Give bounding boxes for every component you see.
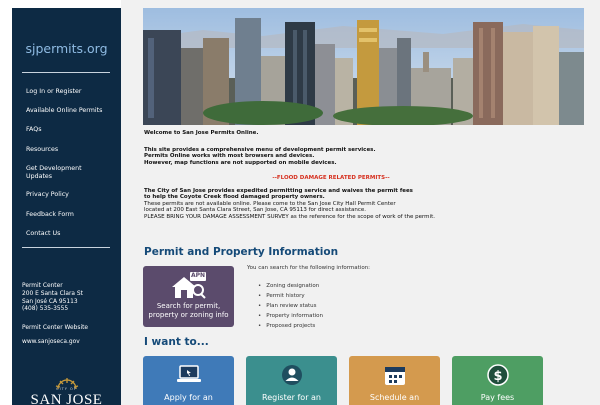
divider (22, 72, 110, 73)
divider (22, 247, 110, 248)
list-item: Zoning designation (258, 281, 323, 291)
apn-badge: APN (190, 272, 206, 279)
user-icon (281, 365, 302, 385)
pay-fees-tile-label: Pay fees (480, 393, 515, 402)
search-label-line2: property or zoning info (148, 310, 229, 319)
nav-faqs[interactable]: FAQs (26, 126, 116, 134)
permit-center-city: San José CA 95113 (22, 298, 78, 305)
intro-line: However, map functions are not supported… (144, 159, 337, 166)
register-tile-button[interactable]: Register for an (246, 356, 337, 405)
flood-paragraph: The City of San Jose provides expedited … (144, 188, 574, 220)
permit-center-title: Permit Center (22, 283, 63, 289)
nav-privacy-policy[interactable]: Privacy Policy (26, 191, 116, 199)
permit-center-phone: (408) 535-3555 (22, 306, 69, 313)
list-item: Property information (258, 311, 323, 321)
nav-feedback-form[interactable]: Feedback Form (26, 211, 116, 219)
pay-fees-tile-button[interactable]: $ Pay fees (452, 356, 543, 405)
nav-get-development-updates[interactable]: Get Development Updates (26, 165, 96, 181)
apply-tile-label: Apply for an (164, 393, 213, 402)
dollar-icon: $ (486, 364, 509, 386)
sidebar: sjpermits.org Log In or Register Availab… (12, 8, 121, 405)
main-content: Welcome to San Jose Permits Online. This… (121, 0, 600, 405)
intro-paragraph: This site provides a comprehensive menu … (144, 147, 574, 166)
permit-center-website-link[interactable]: Permit Center Website (22, 325, 117, 333)
list-item: Proposed projects (258, 321, 323, 331)
welcome-text: Welcome to San Jose Permits Online. (144, 130, 259, 136)
nav-login-register[interactable]: Log In or Register (26, 88, 116, 96)
flood-notice-heading: --FLOOD DAMAGE RELATED PERMITS-- (272, 175, 390, 181)
laptop-icon (176, 365, 201, 382)
hero-skyline-image (143, 8, 584, 125)
search-label-line1: Search for permit, (156, 302, 221, 310)
apply-tile-button[interactable]: Apply for an (143, 356, 234, 405)
i-want-to-title: I want to... (144, 336, 209, 348)
nav-available-online-permits[interactable]: Available Online Permits (26, 107, 116, 115)
register-tile-label: Register for an (262, 393, 321, 402)
page: sjpermits.org Log In or Register Availab… (0, 0, 600, 405)
seal-city-of: CITY OF (56, 387, 77, 391)
nav-contact-us[interactable]: Contact Us (26, 230, 116, 238)
permit-center-address: Permit Center 200 E Santa Clara St San J… (22, 283, 117, 314)
permit-center-street: 200 E Santa Clara St (22, 290, 83, 297)
list-item: Plan review status (258, 301, 323, 311)
skyline-illustration (143, 8, 584, 125)
sanjoseca-gov-link[interactable]: www.sanjoseca.gov (22, 339, 117, 347)
search-info-text: You can search for the following informa… (247, 265, 371, 271)
list-item: Permit history (258, 291, 323, 301)
brand-logo-text[interactable]: sjpermits.org (12, 41, 121, 56)
schedule-tile-label: Schedule an (369, 393, 420, 402)
nav-resources[interactable]: Resources (26, 146, 116, 154)
search-permit-button[interactable]: APN Search for permit, property or zonin… (143, 266, 234, 327)
flood-line: PLEASE BRING YOUR DAMAGE ASSESSMENT SURV… (144, 213, 435, 220)
search-items-list: Zoning designation Permit history Plan r… (258, 281, 323, 331)
schedule-tile-button[interactable]: Schedule an (349, 356, 440, 405)
search-button-label: Search for permit, property or zoning in… (143, 302, 234, 319)
svg-text:$: $ (493, 369, 502, 384)
calendar-icon (384, 367, 405, 385)
seal-city-name: SAN JOSE (30, 392, 103, 405)
permit-section-title: Permit and Property Information (144, 246, 339, 258)
